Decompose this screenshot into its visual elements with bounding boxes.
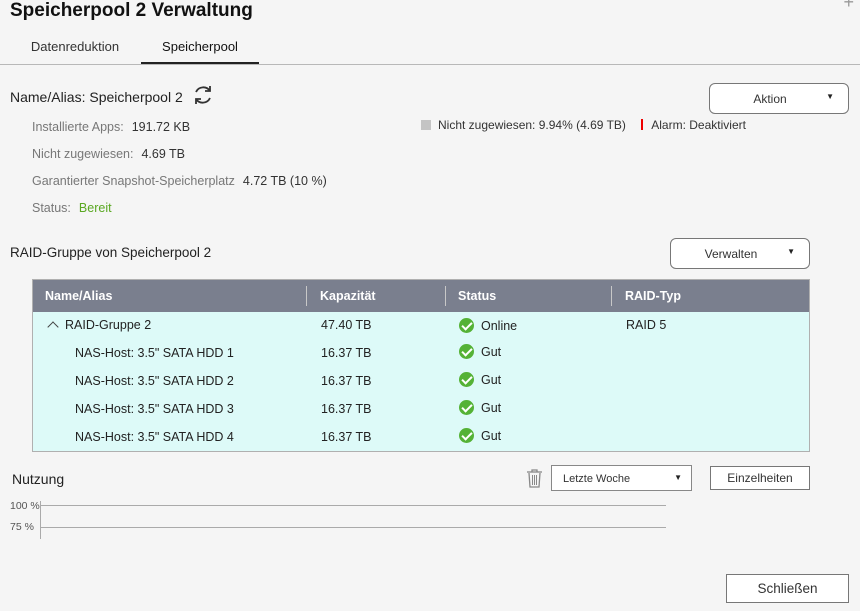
y-tick-label: 75 %: [10, 521, 34, 533]
period-select-value: Letzte Woche: [563, 473, 631, 485]
tab-speicherpool[interactable]: Speicherpool: [141, 33, 259, 64]
chevron-up-icon[interactable]: [47, 321, 59, 333]
status-value: Bereit: [78, 201, 112, 215]
info-installed-apps: Installierte Apps: 191.72 KB: [32, 120, 190, 134]
legend-alarm-label: Alarm:: [651, 118, 686, 132]
caret-down-icon: ▼: [787, 247, 795, 256]
legend-unassigned-value: 9.94% (4.69 TB): [538, 118, 626, 132]
tab-bar: Datenreduktion Speicherpool: [0, 33, 860, 65]
disk-capacity: 16.37 TB: [321, 374, 372, 388]
raid-group-name: RAID-Gruppe 2: [65, 318, 152, 332]
info-unassigned: Nicht zugewiesen: 4.69 TB: [32, 147, 185, 161]
check-circle-icon: [459, 372, 474, 387]
manage-button-label: Verwalten: [704, 247, 758, 261]
table-header: Name/Alias Kapazität Status RAID-Typ: [33, 280, 809, 312]
tab-datenreduktion[interactable]: Datenreduktion: [14, 33, 136, 64]
disk-capacity: 16.37 TB: [321, 346, 372, 360]
disk-capacity: 16.37 TB: [321, 430, 372, 444]
disk-status: Gut: [481, 429, 502, 443]
window-title: Speicherpool 2 Verwaltung: [10, 0, 253, 21]
disk-status-cell: Gut: [459, 344, 501, 359]
grid-line: [40, 505, 666, 506]
raid-group-status-cell: Online: [459, 318, 517, 333]
y-tick-label: 100 %: [10, 500, 40, 512]
check-circle-icon: [459, 344, 474, 359]
unassigned-value: 4.69 TB: [141, 147, 186, 161]
raid-group-type: RAID 5: [626, 318, 667, 332]
alarm-marker: [641, 119, 644, 130]
table-row-disk[interactable]: NAS-Host: 3.5" SATA HDD 3 16.37 TB Gut: [33, 396, 809, 424]
raid-section-title: RAID-Gruppe von Speicherpool 2: [10, 245, 212, 260]
period-select[interactable]: Letzte Woche ▼: [551, 465, 692, 491]
disk-name: NAS-Host: 3.5" SATA HDD 1: [75, 346, 234, 360]
installed-apps-label: Installierte Apps:: [32, 120, 124, 134]
legend-alarm-value: Deaktiviert: [689, 118, 746, 132]
table-row-disk[interactable]: NAS-Host: 3.5" SATA HDD 4 16.37 TB Gut: [33, 424, 809, 452]
caret-down-icon: ▼: [674, 473, 682, 482]
pool-legend: Nicht zugewiesen: 9.94% (4.69 TB) Alarm:…: [421, 118, 746, 132]
disk-capacity: 16.37 TB: [321, 402, 372, 416]
disk-name: NAS-Host: 3.5" SATA HDD 2: [75, 374, 234, 388]
disk-status-cell: Gut: [459, 372, 501, 387]
column-divider[interactable]: [306, 286, 307, 306]
unassigned-legend-swatch: [421, 120, 431, 130]
disk-status: Gut: [481, 345, 502, 359]
action-button[interactable]: Aktion ▼: [709, 83, 849, 114]
info-status: Status: Bereit: [32, 201, 112, 215]
close-button[interactable]: Schließen: [726, 574, 849, 603]
disk-name: NAS-Host: 3.5" SATA HDD 3: [75, 402, 234, 416]
col-status[interactable]: Status: [458, 289, 496, 303]
col-name[interactable]: Name/Alias: [45, 289, 112, 303]
caret-down-icon: ▼: [826, 92, 834, 101]
column-divider[interactable]: [445, 286, 446, 306]
col-capacity[interactable]: Kapazität: [320, 289, 376, 303]
pool-name-label: Name/Alias: Speicherpool 2: [10, 89, 183, 105]
trash-icon[interactable]: [526, 468, 543, 488]
check-circle-icon: [459, 318, 474, 333]
action-button-label: Aktion: [753, 92, 787, 106]
raid-group-capacity: 47.40 TB: [321, 318, 372, 332]
plus-icon[interactable]: +: [843, 0, 854, 13]
column-divider[interactable]: [611, 286, 612, 306]
snapshot-label: Garantierter Snapshot-Speicherplatz: [32, 174, 235, 188]
table-row-disk[interactable]: NAS-Host: 3.5" SATA HDD 1 16.37 TB Gut: [33, 340, 809, 368]
raid-group-name-cell: RAID-Gruppe 2: [47, 318, 152, 333]
status-label: Status:: [32, 201, 71, 215]
grid-line: [40, 527, 666, 528]
table-row-raid-group[interactable]: RAID-Gruppe 2 47.40 TB Online RAID 5: [33, 312, 809, 340]
raid-group-status: Online: [481, 319, 518, 333]
disk-status: Gut: [481, 373, 502, 387]
check-circle-icon: [459, 400, 474, 415]
details-button[interactable]: Einzelheiten: [710, 466, 810, 490]
disk-status-cell: Gut: [459, 428, 501, 443]
unassigned-label: Nicht zugewiesen:: [32, 147, 134, 161]
y-axis: [40, 501, 41, 539]
disk-status-cell: Gut: [459, 400, 501, 415]
check-circle-icon: [459, 428, 474, 443]
snapshot-value: 4.72 TB (10 %): [242, 174, 327, 188]
usage-title: Nutzung: [12, 471, 65, 487]
installed-apps-value: 191.72 KB: [131, 120, 191, 134]
refresh-icon[interactable]: [191, 83, 215, 107]
info-snapshot: Garantierter Snapshot-Speicherplatz 4.72 …: [32, 174, 327, 188]
legend-unassigned-label: Nicht zugewiesen:: [438, 118, 536, 132]
col-raid-type[interactable]: RAID-Typ: [625, 289, 681, 303]
raid-table: Name/Alias Kapazität Status RAID-Typ RAI…: [32, 279, 810, 452]
table-row-disk[interactable]: NAS-Host: 3.5" SATA HDD 2 16.37 TB Gut: [33, 368, 809, 396]
disk-status: Gut: [481, 401, 502, 415]
disk-name: NAS-Host: 3.5" SATA HDD 4: [75, 430, 234, 444]
manage-button[interactable]: Verwalten ▼: [670, 238, 810, 269]
